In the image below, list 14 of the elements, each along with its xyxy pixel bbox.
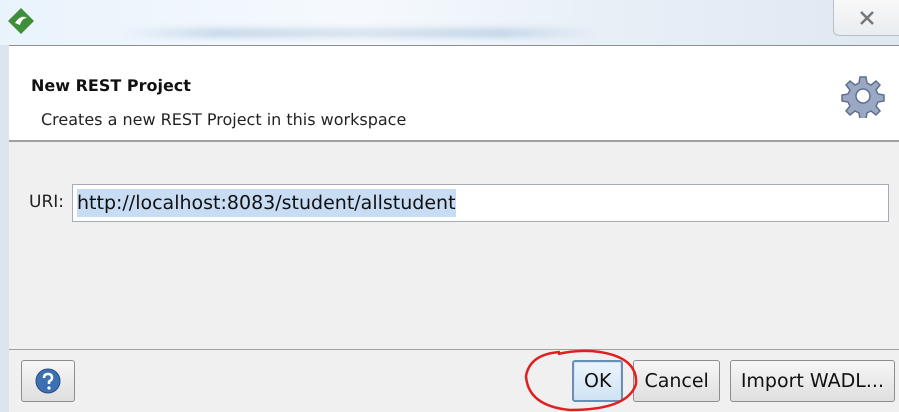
close-button[interactable] (833, 0, 899, 36)
app-icon (6, 6, 36, 36)
dialog-button[interactable]: Import WADL... (730, 360, 895, 402)
uri-label: URI: (29, 191, 64, 214)
dialog-button[interactable]: OK (572, 360, 624, 402)
help-button[interactable] (21, 360, 75, 402)
uri-value: http://localhost:8083/student/allstudent (77, 188, 456, 218)
close-icon (858, 10, 876, 26)
gear-icon (841, 74, 885, 118)
dialog-button[interactable]: Cancel (633, 360, 720, 402)
help-icon (34, 367, 62, 395)
dialog-title: New REST Project (31, 75, 192, 97)
dialog-description: Creates a new REST Project in this workspace (40, 109, 406, 131)
uri-field[interactable]: http://localhost:8083/student/allstudent (72, 184, 889, 222)
